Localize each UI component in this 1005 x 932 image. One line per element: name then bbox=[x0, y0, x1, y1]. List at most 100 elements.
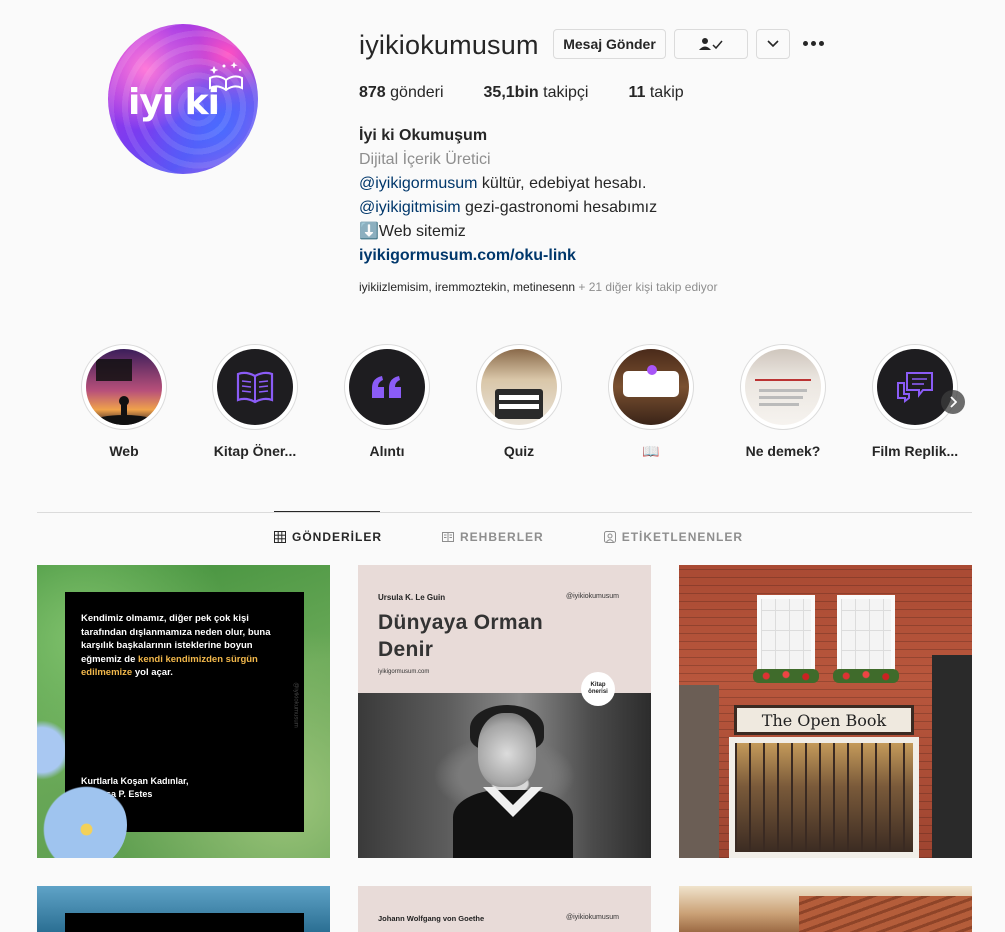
followed-by-text[interactable]: iyikiizlemisim, iremmoztekin, metinesenn… bbox=[359, 280, 717, 294]
highlight-ne-demek[interactable]: Ne demek? bbox=[725, 344, 841, 459]
mention-link-iyikigormusum[interactable]: @iyikigormusum bbox=[359, 175, 477, 192]
watermark-handle: @iyikiokumusum bbox=[292, 682, 299, 728]
tab-tagged[interactable]: ETİKETLENENLER bbox=[603, 530, 744, 544]
highlight-label-ne-demek: Ne demek? bbox=[745, 443, 821, 459]
neighbor-building bbox=[932, 655, 972, 858]
author-face bbox=[478, 713, 536, 787]
highlight-label-kitap-oneri: Kitap Öner... bbox=[213, 443, 297, 459]
book-sparkle-icon bbox=[209, 62, 243, 92]
text-line bbox=[759, 396, 803, 399]
quote-icon bbox=[349, 349, 425, 425]
followers-count-value: 35,1bin bbox=[483, 84, 539, 101]
followers-count[interactable]: 35,1bin takipçi bbox=[484, 84, 589, 102]
followers-count-label: takipçi bbox=[543, 84, 589, 101]
highlight-ring bbox=[872, 344, 958, 430]
posts-count-value: 878 bbox=[359, 84, 386, 101]
author-shirt bbox=[453, 790, 573, 858]
musel-sel-image bbox=[745, 349, 821, 425]
quiz-option bbox=[499, 404, 539, 409]
post-quote-text: Kendimiz olmamız, diğer pek çok kişi tar… bbox=[81, 612, 281, 680]
highlight-quiz[interactable]: Quiz bbox=[461, 344, 577, 459]
posts-count-label: gönderi bbox=[390, 84, 444, 101]
posts-count: 878 gönderi bbox=[359, 84, 444, 102]
post-author: Johann Wolfgang von Goethe bbox=[378, 914, 485, 923]
post-author: Ursula K. Le Guin bbox=[378, 593, 446, 602]
highlight-label-alinti: Alıntı bbox=[369, 443, 405, 459]
bio-line-2: @iyikigitmisim gezi-gastronomi hesabımız bbox=[359, 196, 657, 220]
grid-icon bbox=[274, 531, 286, 543]
post-tile[interactable]: Ursula K. Le Guin @iyikiokumusum Dünyaya… bbox=[358, 565, 651, 858]
following-button[interactable] bbox=[674, 29, 748, 59]
quiz-option bbox=[499, 395, 539, 400]
highlight-alinti[interactable]: Alıntı bbox=[329, 344, 445, 459]
quote-card bbox=[65, 913, 304, 932]
guide-icon bbox=[442, 532, 455, 542]
quote-text-end: yol açar. bbox=[132, 667, 173, 678]
highlight-ring bbox=[212, 344, 298, 430]
highlight-ring bbox=[344, 344, 430, 430]
open-book-glyph bbox=[236, 371, 274, 404]
highlight-book-emoji[interactable]: 📖 bbox=[593, 344, 709, 460]
neighbor-building bbox=[679, 685, 719, 858]
flower-box bbox=[833, 669, 899, 683]
chevron-right-icon bbox=[950, 396, 957, 408]
highlight-ring bbox=[740, 344, 826, 430]
post-tile[interactable]: Johann Wolfgang von Goethe @iyikiokumusu… bbox=[358, 886, 651, 932]
post-book-title: Dünyaya Orman Denir bbox=[378, 609, 543, 663]
post-tile[interactable] bbox=[37, 886, 330, 932]
active-tab-indicator bbox=[274, 511, 380, 512]
profile-stats: 878 gönderi 35,1bin takipçi 11 takip bbox=[359, 84, 724, 102]
book-recommendation-badge: Kitap önerisi bbox=[581, 672, 615, 706]
tab-guides[interactable]: REHBERLER bbox=[442, 530, 544, 544]
profile-display-name: İyi ki Okumuşum bbox=[359, 127, 488, 144]
tagged-icon bbox=[603, 531, 616, 543]
little-prince-silhouette bbox=[94, 359, 154, 425]
post-tile[interactable]: Kendimiz olmamız, diğer pek çok kişi tar… bbox=[37, 565, 330, 858]
question-sticker-image bbox=[613, 349, 689, 425]
message-button[interactable]: Mesaj Gönder bbox=[553, 29, 666, 59]
highlight-web[interactable]: Web bbox=[66, 344, 182, 459]
post-tile[interactable]: The Open Book bbox=[679, 565, 972, 858]
tab-tagged-label: ETİKETLENENLER bbox=[621, 530, 744, 544]
bio-line-2-text: gezi-gastronomi hesabımız bbox=[460, 199, 658, 216]
tabs-divider bbox=[37, 512, 972, 513]
highlight-label-film-replik: Film Replik... bbox=[871, 443, 959, 459]
highlight-label-book-emoji: 📖 bbox=[642, 443, 660, 459]
post-tile[interactable] bbox=[679, 886, 972, 932]
mention-link-iyikigitmisim[interactable]: @iyikigitmisim bbox=[359, 199, 461, 216]
post-handle: @iyikiokumusum bbox=[565, 593, 619, 600]
following-count[interactable]: 11 takip bbox=[628, 84, 683, 102]
highlights-next-button[interactable] bbox=[941, 390, 965, 414]
flower-box bbox=[753, 669, 819, 683]
open-book-icon bbox=[217, 349, 293, 425]
followed-by-more: + 21 diğer kişi takip ediyor bbox=[575, 280, 718, 294]
profile-bio: İyi ki Okumuşum Dijital İçerik Üretici @… bbox=[359, 124, 657, 268]
following-count-label: takip bbox=[649, 84, 684, 101]
story-highlights: Web Kitap Öner... Alıntı Quiz 📖 Ne demek… bbox=[66, 344, 986, 464]
title-underline bbox=[755, 379, 811, 381]
profile-username: iyikiokumusum bbox=[359, 30, 539, 60]
highlight-label-web: Web bbox=[109, 443, 139, 459]
highlight-kitap-oneri[interactable]: Kitap Öner... bbox=[197, 344, 313, 459]
highlight-ring bbox=[608, 344, 694, 430]
text-line bbox=[759, 389, 807, 392]
bio-website-link[interactable]: iyikigormusum.com/oku-link bbox=[359, 244, 657, 268]
text-line bbox=[759, 403, 799, 406]
more-options-icon[interactable] bbox=[803, 36, 827, 50]
suggestions-dropdown-button[interactable] bbox=[756, 29, 790, 59]
post-book-title-line-1: Dünyaya Orman bbox=[378, 611, 543, 634]
speech-bubble-icon bbox=[877, 349, 953, 425]
quote-glyph bbox=[372, 376, 401, 398]
shop-window bbox=[757, 595, 815, 675]
roof-tiles bbox=[799, 896, 972, 932]
little-prince-image bbox=[86, 349, 162, 425]
followed-by-names: iyikiizlemisim, iremmoztekin, metinesenn bbox=[359, 280, 576, 294]
badge-line-1: Kitap bbox=[590, 682, 606, 688]
following-count-value: 11 bbox=[628, 84, 646, 101]
tab-posts[interactable]: GÖNDERİLER bbox=[274, 530, 382, 544]
profile-category: Dijital İçerik Üretici bbox=[359, 151, 491, 168]
profile-avatar[interactable]: iyi ki bbox=[108, 24, 258, 174]
highlight-ring bbox=[81, 344, 167, 430]
tab-posts-label: GÖNDERİLER bbox=[292, 530, 383, 544]
highlight-label-quiz: Quiz bbox=[503, 443, 535, 459]
